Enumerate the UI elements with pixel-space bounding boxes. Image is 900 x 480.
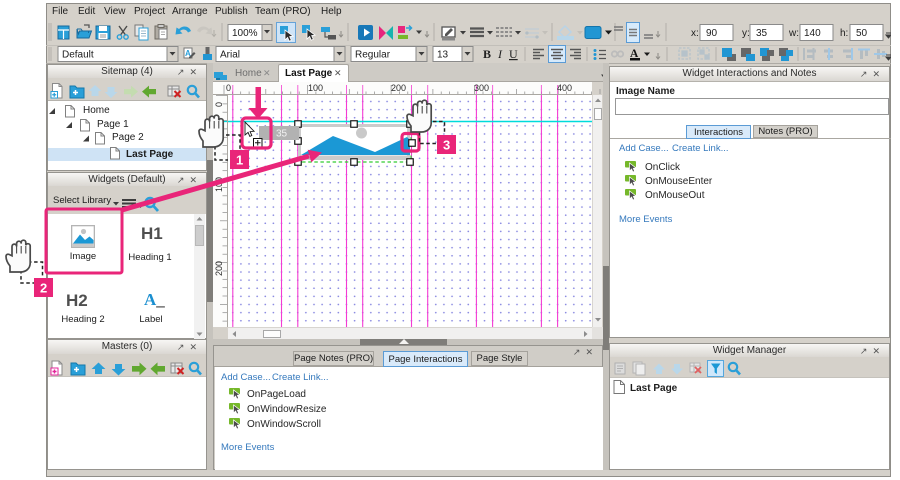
svg-text:50: 50 [856,28,868,39]
svg-text:Regular: Regular [355,50,391,61]
svg-text:100%: 100% [232,28,258,39]
svg-text:U: U [509,47,518,61]
svg-text:h:: h: [840,28,848,39]
svg-text:Arial: Arial [220,50,240,61]
svg-text:140: 140 [804,28,821,39]
svg-text:35: 35 [756,28,768,39]
svg-text:Default: Default [62,50,94,61]
svg-text:B: B [483,47,491,61]
svg-text:x:: x: [691,28,699,39]
svg-text:I: I [497,47,503,61]
svg-text:13: 13 [437,50,449,61]
svg-text:w:: w: [788,28,799,39]
svg-text:y:: y: [742,28,750,39]
svg-text:90: 90 [706,28,718,39]
